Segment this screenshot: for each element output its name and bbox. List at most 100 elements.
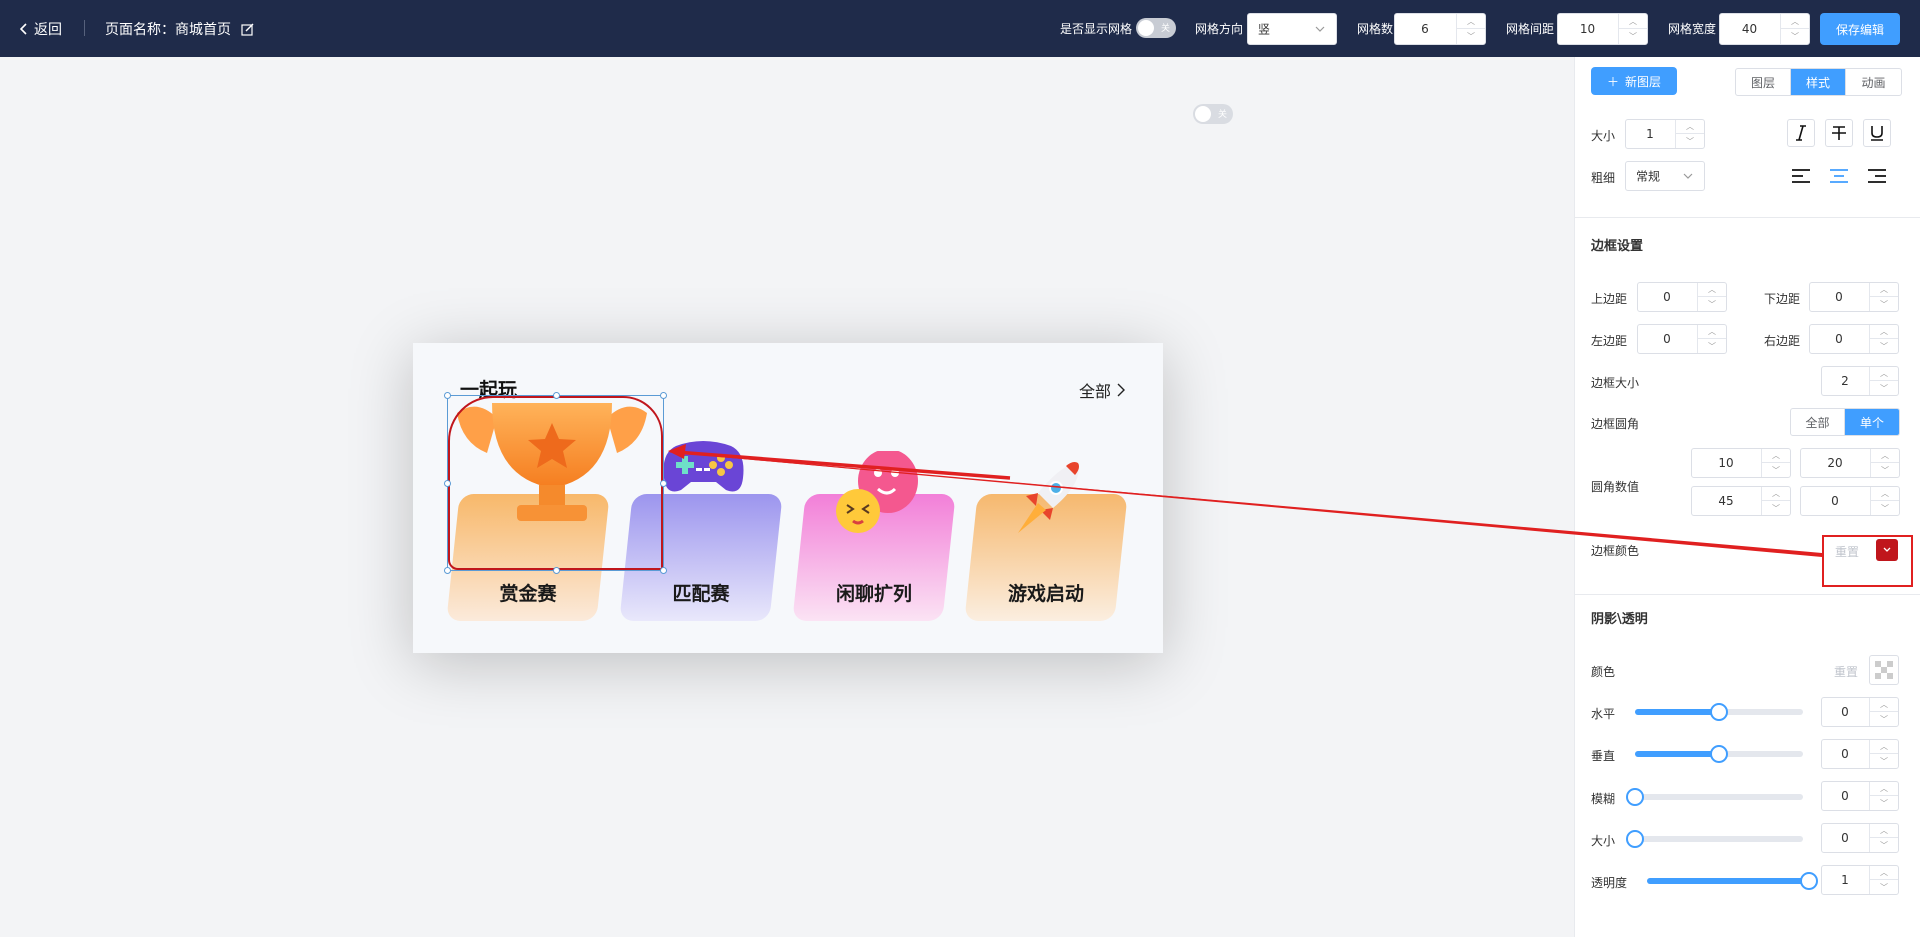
decrease-button[interactable]: ﹀ xyxy=(1676,134,1704,148)
increase-button[interactable]: ︿ xyxy=(1870,866,1898,880)
italic-icon[interactable] xyxy=(1787,119,1815,147)
decrease-button[interactable]: ﹀ xyxy=(1870,880,1898,894)
tab-layer[interactable]: 图层 xyxy=(1736,69,1791,95)
show-grid-toggle[interactable]: 关 xyxy=(1136,18,1176,38)
font-weight-select[interactable]: 常规 xyxy=(1625,161,1705,191)
increase-button[interactable]: ︿ xyxy=(1871,449,1899,463)
grid-direction-select[interactable]: 竖 xyxy=(1247,13,1337,45)
decrease-button[interactable]: ﹀ xyxy=(1698,339,1726,353)
back-button[interactable]: 返回 xyxy=(20,19,62,39)
margin-bottom-stepper[interactable]: 0 ︿ ﹀ xyxy=(1809,282,1899,312)
radius-top-left-stepper[interactable]: 10 ︿ ﹀ xyxy=(1691,448,1791,478)
increase-button[interactable]: ︿ xyxy=(1870,283,1898,297)
grid-count-stepper[interactable]: 6 ︿ ﹀ xyxy=(1394,13,1486,45)
align-left-icon[interactable] xyxy=(1787,162,1815,190)
decrease-button[interactable]: ﹀ xyxy=(1762,501,1790,515)
resize-handle[interactable] xyxy=(660,480,667,487)
increase-button[interactable]: ︿ xyxy=(1871,487,1899,501)
resize-handle[interactable] xyxy=(444,567,451,574)
shadow-color-swatch[interactable] xyxy=(1869,655,1899,685)
view-all-link[interactable]: 全部 xyxy=(1079,378,1125,402)
radius-values-label: 圆角数值 xyxy=(1591,480,1640,494)
increase-button[interactable]: ︿ xyxy=(1698,325,1726,339)
margin-top-stepper[interactable]: 0 ︿ ﹀ xyxy=(1637,282,1727,312)
decrease-button[interactable]: ﹀ xyxy=(1762,463,1790,477)
shadow-blur-stepper[interactable]: 0 ︿ ﹀ xyxy=(1821,781,1899,811)
decrease-button[interactable]: ﹀ xyxy=(1698,297,1726,311)
increase-button[interactable]: ︿ xyxy=(1762,449,1790,463)
tab-style[interactable]: 样式 xyxy=(1791,69,1846,95)
increase-button[interactable]: ︿ xyxy=(1619,14,1647,29)
increase-button[interactable]: ︿ xyxy=(1870,824,1898,838)
shadow-h-stepper[interactable]: 0 ︿ ﹀ xyxy=(1821,697,1899,727)
align-right-icon[interactable] xyxy=(1863,162,1891,190)
increase-button[interactable]: ︿ xyxy=(1781,14,1809,29)
strikethrough-icon[interactable] xyxy=(1825,119,1853,147)
increase-button[interactable]: ︿ xyxy=(1870,782,1898,796)
svg-text:o!: o! xyxy=(703,438,715,439)
resize-handle[interactable] xyxy=(444,480,451,487)
resize-handle[interactable] xyxy=(553,567,560,574)
radius-bottom-left-stepper[interactable]: 45 ︿ ﹀ xyxy=(1691,486,1791,516)
shadow-spread-stepper[interactable]: 0 ︿ ﹀ xyxy=(1821,823,1899,853)
resize-handle[interactable] xyxy=(444,392,451,399)
align-center-icon[interactable] xyxy=(1825,162,1853,190)
increase-button[interactable]: ︿ xyxy=(1870,740,1898,754)
font-size-stepper[interactable]: 1 ︿ ﹀ xyxy=(1625,119,1705,149)
new-layer-button[interactable]: ＋ 新图层 xyxy=(1591,67,1677,95)
decrease-button[interactable]: ﹀ xyxy=(1870,712,1898,726)
resize-handle[interactable] xyxy=(553,392,560,399)
decrease-button[interactable]: ﹀ xyxy=(1871,463,1899,477)
shadow-v-slider[interactable] xyxy=(1635,745,1803,763)
margin-right-stepper[interactable]: 0 ︿ ﹀ xyxy=(1809,324,1899,354)
radius-mode-single[interactable]: 单个 xyxy=(1845,409,1899,435)
shadow-blur-slider[interactable] xyxy=(1626,788,1803,806)
increase-button[interactable]: ︿ xyxy=(1870,367,1898,381)
tab-animation[interactable]: 动画 xyxy=(1846,69,1901,95)
decrease-button[interactable]: ﹀ xyxy=(1870,796,1898,810)
save-button[interactable]: 保存编辑 xyxy=(1820,13,1900,45)
decrease-button[interactable]: ﹀ xyxy=(1870,339,1898,353)
annotation-highlight xyxy=(1822,535,1913,587)
decrease-button[interactable]: ﹀ xyxy=(1781,29,1809,44)
underline-icon[interactable] xyxy=(1863,119,1891,147)
canvas-toggle[interactable]: 关 xyxy=(1193,104,1233,124)
margin-right-value: 0 xyxy=(1835,332,1843,346)
radius-top-right-stepper[interactable]: 20 ︿ ﹀ xyxy=(1800,448,1900,478)
margin-left-stepper[interactable]: 0 ︿ ﹀ xyxy=(1637,324,1727,354)
grid-width-stepper[interactable]: 40 ︿ ﹀ xyxy=(1719,13,1810,45)
decrease-button[interactable]: ﹀ xyxy=(1870,381,1898,395)
slider-thumb[interactable] xyxy=(1710,745,1728,763)
slider-thumb[interactable] xyxy=(1626,788,1644,806)
increase-button[interactable]: ︿ xyxy=(1698,283,1726,297)
shadow-color-reset[interactable]: 重置 xyxy=(1834,663,1858,680)
increase-button[interactable]: ︿ xyxy=(1457,14,1485,29)
tile-match-label: 匹配赛 xyxy=(672,583,730,605)
shadow-v-stepper[interactable]: 0 ︿ ﹀ xyxy=(1821,739,1899,769)
increase-button[interactable]: ︿ xyxy=(1870,325,1898,339)
decrease-button[interactable]: ﹀ xyxy=(1871,501,1899,515)
increase-button[interactable]: ︿ xyxy=(1870,698,1898,712)
radius-mode-all[interactable]: 全部 xyxy=(1791,409,1845,435)
border-size-stepper[interactable]: 2 ︿ ﹀ xyxy=(1821,366,1899,396)
radius-bottom-right-stepper[interactable]: 0 ︿ ﹀ xyxy=(1800,486,1900,516)
decrease-button[interactable]: ﹀ xyxy=(1619,29,1647,44)
resize-handle[interactable] xyxy=(660,567,667,574)
slider-thumb[interactable] xyxy=(1626,830,1644,848)
decrease-button[interactable]: ﹀ xyxy=(1457,29,1485,44)
opacity-slider[interactable] xyxy=(1647,872,1818,890)
shadow-spread-slider[interactable] xyxy=(1626,830,1803,848)
slider-thumb[interactable] xyxy=(1710,703,1728,721)
grid-gap-stepper[interactable]: 10 ︿ ﹀ xyxy=(1557,13,1648,45)
decrease-button[interactable]: ﹀ xyxy=(1870,838,1898,852)
opacity-stepper[interactable]: 1 ︿ ﹀ xyxy=(1821,865,1899,895)
resize-handle[interactable] xyxy=(660,392,667,399)
decrease-button[interactable]: ﹀ xyxy=(1870,754,1898,768)
slider-thumb[interactable] xyxy=(1800,872,1818,890)
increase-button[interactable]: ︿ xyxy=(1762,487,1790,501)
decrease-button[interactable]: ﹀ xyxy=(1870,297,1898,311)
shadow-h-slider[interactable] xyxy=(1635,703,1803,721)
increase-button[interactable]: ︿ xyxy=(1676,120,1704,134)
edit-icon[interactable] xyxy=(241,23,254,36)
selection-box[interactable] xyxy=(444,392,667,574)
